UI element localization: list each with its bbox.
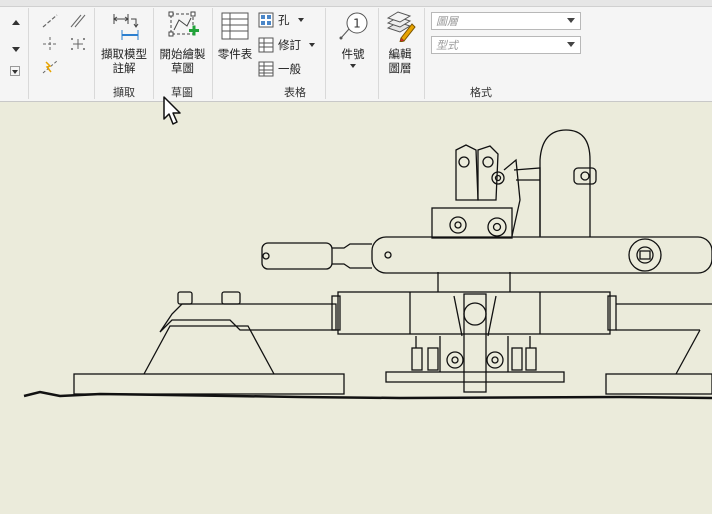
style-dropdown-arrow-icon[interactable] [567,42,575,47]
parts-list-icon [221,12,249,40]
gallery-scroll-up-icon[interactable] [12,20,20,25]
general-table-icon [258,61,274,77]
retrieve-annotations-button[interactable]: 擷取模型 註解 [98,10,150,75]
edit-layers-button[interactable]: 編輯 圖層 [381,10,419,75]
left-rod [261,242,333,270]
left-arm [159,303,337,333]
hole-table-icon [258,12,274,28]
housing-collar-right [607,295,617,331]
retrieve-annotations-icon [113,14,139,40]
start-sketch-button[interactable]: 開始繪製 草圖 [155,10,210,75]
ground-line [23,390,712,400]
upper-clamp-left [455,144,479,201]
center-mark-icon[interactable] [40,35,60,53]
general-table-label: 一般 [278,62,301,76]
mechanical-assembly-drawing [23,129,712,400]
right-support [675,329,701,375]
general-table-button[interactable]: 一般 [258,59,301,79]
revision-table-icon [258,37,274,53]
parts-list-button[interactable]: 零件表 [214,10,256,61]
panel-label-format: 格式 [470,86,492,99]
revision-table-label: 修訂 [278,38,301,52]
centerline-icon[interactable] [40,12,60,30]
balloon-number: 1 [353,17,361,31]
edit-layers-icon [386,11,416,43]
right-arm [616,303,712,331]
centered-pattern-icon[interactable] [68,35,88,53]
start-sketch-label: 開始繪製 草圖 [159,47,206,75]
start-sketch-icon [168,11,199,37]
central-housing [337,291,611,335]
hole-table-label: 孔 [278,13,290,27]
right-pivot [628,238,662,272]
layer-dropdown-arrow-icon[interactable] [567,18,575,23]
bisector-icon[interactable] [68,12,88,30]
balloon-dropdown-icon[interactable] [350,64,356,68]
left-support-trapezoid [143,325,275,375]
revision-table-dropdown-icon[interactable] [309,43,315,47]
upper-block [431,207,513,239]
balloon-icon: 1 [339,12,368,40]
style-dropdown-placeholder: 型式 [436,39,458,52]
ribbon: 擷取模型 註解 擷取 開始繪製 草圖 草圖 零件表 孔 修訂 一般 表格 1 件… [0,0,712,102]
mouse-cursor-icon [163,96,181,125]
layer-dropdown[interactable]: 圖層 [431,12,581,30]
hole-table-dropdown-icon[interactable] [297,18,304,22]
hole-table-button[interactable]: 孔 [258,10,304,30]
gallery-expand-icon[interactable] [10,66,20,76]
gallery-scroll-down-icon[interactable] [12,47,20,52]
panel-label-extract: 擷取 [113,86,135,99]
layer-dropdown-placeholder: 圖層 [436,15,458,28]
drawing-canvas[interactable] [0,102,712,514]
style-dropdown[interactable]: 型式 [431,36,581,54]
right-base-plate [605,373,712,395]
auto-centerlines-icon[interactable] [40,58,60,76]
ribbon-tab-strip [0,0,712,7]
balloon-button[interactable]: 1 件號 [332,10,374,68]
left-base-plate [73,373,345,395]
parts-list-label: 零件表 [217,47,253,61]
left-cap-2 [221,291,241,305]
retrieve-annotations-label: 擷取模型 註解 [101,47,147,75]
revision-table-button[interactable]: 修訂 [258,35,315,55]
center-column [463,293,487,393]
edit-layers-label: 編輯 圖層 [388,47,412,75]
lower-plate [385,371,565,383]
panel-label-table: 表格 [284,86,306,99]
left-cap-1 [177,291,193,305]
balloon-label: 件號 [341,47,365,61]
